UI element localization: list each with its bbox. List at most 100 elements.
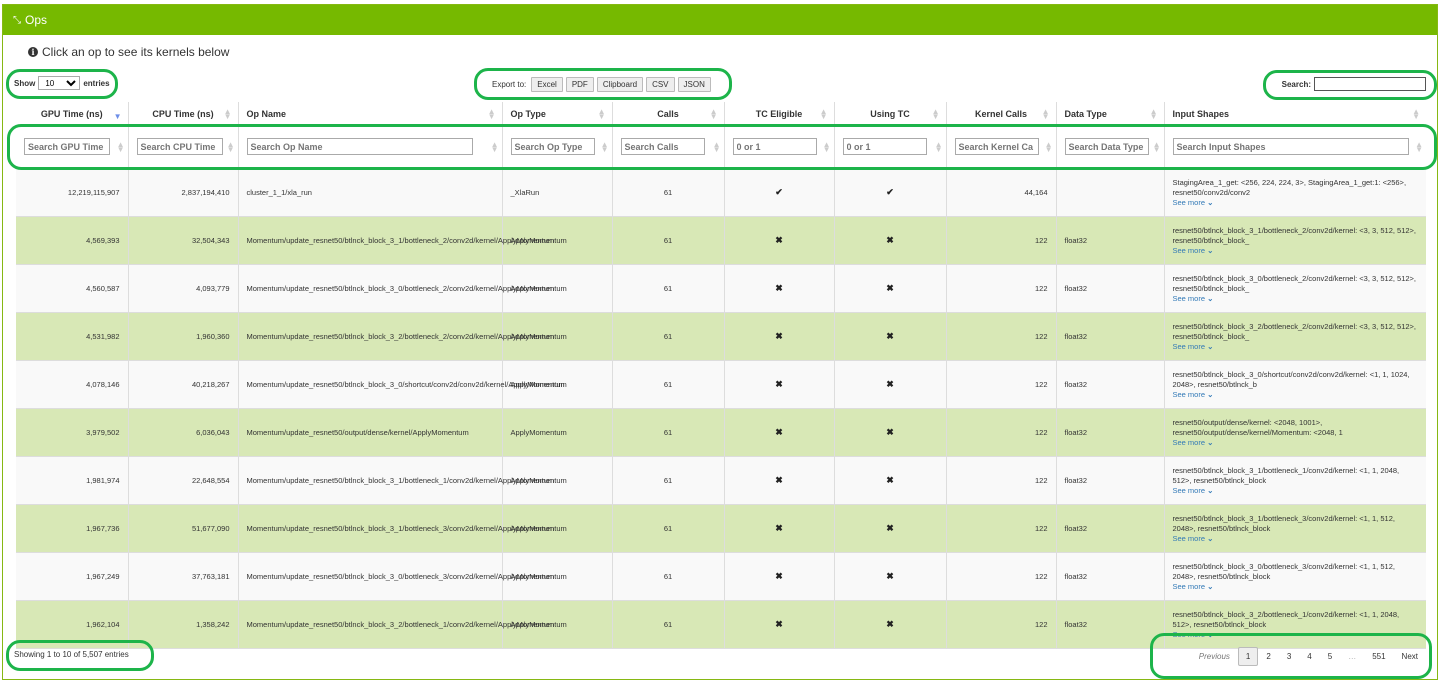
sort-icon[interactable]: ▲ ▼ — [117, 140, 125, 153]
sort-icon[interactable]: ▲ ▼ — [713, 140, 721, 153]
see-more-label: See more — [1172, 437, 1206, 447]
chevron-down-icon: ⌄ — [1205, 437, 1214, 447]
cell-input-shapes: resnet50/btlnck_block_3_1/bottleneck_2/c… — [1164, 216, 1426, 265]
sort-icon[interactable]: ▲ ▼ — [820, 108, 828, 121]
page-length-select[interactable]: 10 — [38, 76, 81, 90]
see-more-label: See more — [1172, 581, 1206, 591]
filter-input-input-shapes[interactable] — [1172, 138, 1409, 156]
sort-icon[interactable]: ▲ ▼ — [1415, 140, 1423, 153]
export-pdf-button[interactable]: PDF — [565, 77, 594, 92]
table-row[interactable]: 4,078,146 40,218,267 Momentum/update_resne… — [16, 360, 1426, 409]
cell-kernel-calls: 122 — [946, 600, 1057, 649]
sort-icon[interactable]: ▲ ▼ — [227, 140, 235, 153]
cross-icon: ✖ — [775, 426, 783, 437]
page-button-5[interactable]: 5 — [1320, 648, 1340, 665]
sort-icon[interactable]: ▲ ▼ — [1042, 108, 1050, 121]
sort-icon[interactable]: ▲ ▼ — [224, 108, 232, 121]
page-button-3[interactable]: 3 — [1279, 648, 1299, 665]
sort-icon[interactable]: ▲ ▼ — [1153, 140, 1161, 153]
column-header-label: Kernel Calls — [974, 108, 1028, 119]
export-json-button[interactable]: JSON — [677, 77, 711, 92]
table-row[interactable]: 4,560,587 4,093,779 Momentum/update_resnet… — [16, 264, 1426, 313]
cross-icon: ✖ — [886, 234, 894, 245]
see-more-link[interactable]: See more ⌄ — [1173, 198, 1214, 207]
cross-icon: ✖ — [886, 618, 894, 629]
table-row[interactable]: 1,967,249 37,763,181 Momentum/update_resne… — [16, 552, 1426, 601]
column-header-op-name[interactable]: Op Name ▲ ▼ — [238, 102, 503, 127]
cell-using-tc: ✖ — [834, 456, 947, 505]
see-more-link[interactable]: See more ⌄ — [1173, 582, 1214, 591]
export-excel-button[interactable]: Excel — [531, 77, 563, 92]
cell-data-type: float32 — [1056, 312, 1165, 361]
sort-desc-icon[interactable]: ▼ — [114, 109, 122, 121]
sort-icon[interactable]: ▲ ▼ — [598, 108, 606, 121]
filter-input-op-type[interactable] — [510, 138, 595, 156]
table-row[interactable]: 1,967,736 51,677,090 Momentum/update_resne… — [16, 504, 1426, 553]
see-more-link[interactable]: See more ⌄ — [1173, 294, 1214, 303]
sort-icon[interactable]: ▲ ▼ — [1412, 108, 1420, 121]
page-button-2[interactable]: 2 — [1258, 648, 1278, 665]
filter-cell-gpu-time: ▲▼ — [16, 126, 129, 169]
cross-icon: ✖ — [886, 378, 894, 389]
filter-input-cpu-time[interactable] — [136, 138, 223, 156]
cell-calls: 61 — [612, 360, 725, 409]
table-row[interactable]: 4,531,982 1,960,360 Momentum/update_resnet… — [16, 312, 1426, 361]
filter-input-tc-eligible[interactable] — [732, 138, 817, 156]
see-more-link[interactable]: See more ⌄ — [1173, 246, 1214, 255]
column-header-tc-eligible[interactable]: TC Eligible ▲ ▼ — [724, 102, 835, 127]
sort-icon[interactable]: ▲ ▼ — [601, 140, 609, 153]
sort-icon[interactable]: ▲ ▼ — [710, 108, 718, 121]
cell-op-name: Momentum/update_resnet50/btlnck_block_3_… — [238, 552, 554, 601]
see-more-link[interactable]: See more ⌄ — [1173, 342, 1214, 351]
page-button-551[interactable]: 551 — [1364, 648, 1393, 665]
filter-input-op-name[interactable] — [246, 138, 473, 156]
see-more-link[interactable]: See more ⌄ — [1173, 486, 1214, 495]
cell-op-name: Momentum/update_resnet50/output/dense/ke… — [238, 408, 503, 457]
previous-page-button[interactable]: Previous — [1191, 648, 1238, 665]
cell-using-tc: ✖ — [834, 408, 947, 457]
check-icon: ✔ — [886, 186, 894, 197]
column-header-calls[interactable]: Calls ▲ ▼ — [612, 102, 725, 127]
sort-icon[interactable]: ▲ ▼ — [1150, 108, 1158, 121]
table-row[interactable]: 1,962,104 1,358,242 Momentum/update_resnet… — [16, 600, 1426, 649]
export-label: Export to: — [492, 80, 527, 89]
export-clipboard-button[interactable]: Clipboard — [596, 77, 644, 92]
sort-icon[interactable]: ▲ ▼ — [935, 140, 943, 153]
sort-icon[interactable]: ▲ ▼ — [1045, 140, 1053, 153]
see-more-link[interactable]: See more ⌄ — [1173, 438, 1214, 447]
table-row[interactable]: 12,219,115,907 2,837,194,410 cluster_1_1/x… — [16, 168, 1426, 217]
input-shapes-text: resnet50/btlnck_block_3_1/bottleneck_1/c… — [1172, 465, 1400, 485]
column-header-cpu-time[interactable]: CPU Time (ns) ▲ ▼ — [128, 102, 239, 127]
page-button-1[interactable]: 1 — [1237, 647, 1259, 666]
sort-icon[interactable]: ▲ ▼ — [491, 140, 499, 153]
cell-gpu-time: 1,967,249 — [16, 552, 129, 601]
table-row[interactable]: 4,569,393 32,504,343 Momentum/update_resne… — [16, 216, 1426, 265]
filter-cell-cpu-time: ▲▼ — [128, 126, 239, 169]
column-header-label: TC Eligible — [755, 108, 803, 119]
column-header-op-type[interactable]: Op Type ▲ ▼ — [502, 102, 613, 127]
table-row[interactable]: 3,979,502 6,036,043 Momentum/update_resnet… — [16, 408, 1426, 457]
search-input[interactable] — [1314, 77, 1426, 91]
filter-input-gpu-time[interactable] — [24, 138, 110, 156]
table-row[interactable]: 1,981,974 22,648,554 Momentum/update_resne… — [16, 456, 1426, 505]
column-header-input-shapes[interactable]: Input Shapes ▲ ▼ — [1164, 102, 1426, 127]
cell-op-name: Momentum/update_resnet50/btlnck_block_3_… — [238, 216, 554, 265]
see-more-link[interactable]: See more ⌄ — [1173, 390, 1214, 399]
filter-input-data-type[interactable] — [1064, 138, 1149, 156]
next-page-button[interactable]: Next — [1394, 648, 1426, 665]
sort-icon[interactable]: ▲ ▼ — [823, 140, 831, 153]
page-button-4[interactable]: 4 — [1299, 648, 1319, 665]
column-header-kernel-calls[interactable]: Kernel Calls ▲ ▼ — [946, 102, 1057, 127]
cell-op-type: ApplyMomentum — [502, 408, 613, 457]
sort-icon[interactable]: ▲ ▼ — [932, 108, 940, 121]
export-csv-button[interactable]: CSV — [646, 77, 675, 92]
see-more-link[interactable]: See more ⌄ — [1173, 630, 1214, 639]
column-header-using-tc[interactable]: Using TC ▲ ▼ — [834, 102, 947, 127]
filter-input-using-tc[interactable] — [842, 138, 927, 156]
filter-input-calls[interactable] — [620, 138, 705, 156]
sort-icon[interactable]: ▲ ▼ — [488, 108, 496, 121]
column-header-data-type[interactable]: Data Type ▲ ▼ — [1056, 102, 1165, 127]
column-header-gpu-time[interactable]: GPU Time (ns) ▼ — [16, 102, 129, 127]
filter-input-kernel-calls[interactable] — [954, 138, 1039, 156]
see-more-link[interactable]: See more ⌄ — [1173, 534, 1214, 543]
